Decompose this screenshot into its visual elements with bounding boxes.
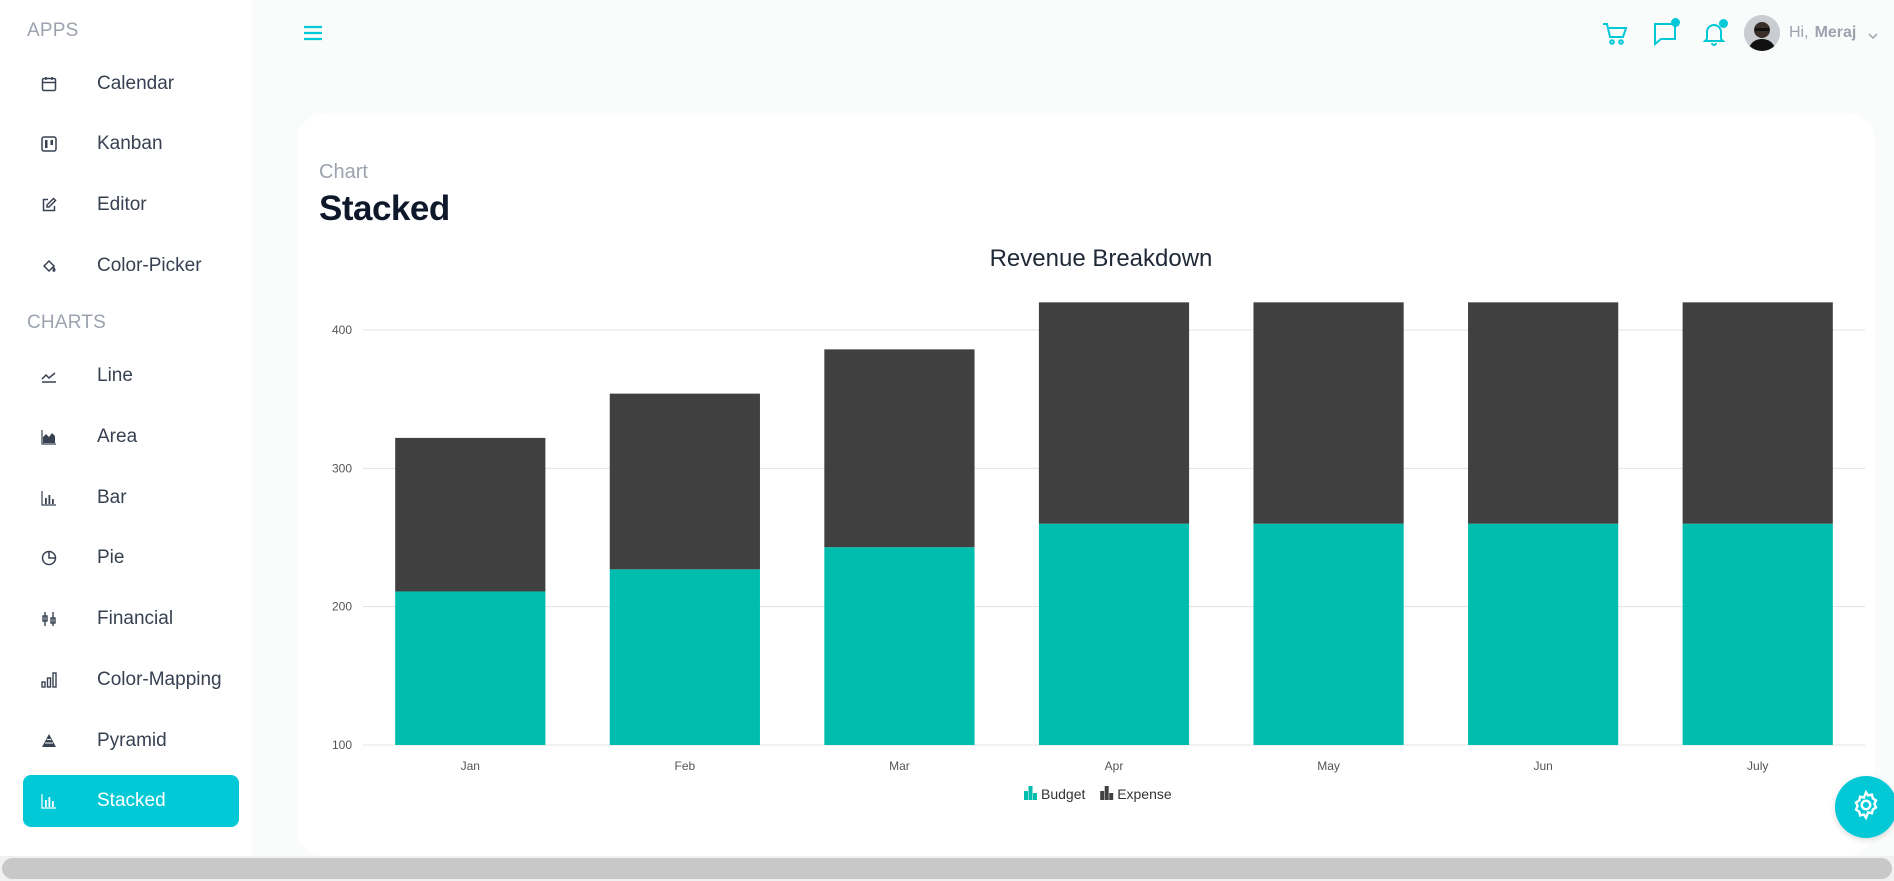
gear-icon — [1850, 789, 1882, 826]
sidebar-item-label: Editor — [97, 194, 147, 215]
bar-expense — [1038, 302, 1190, 524]
sidebar-item-label: Line — [97, 365, 133, 386]
stacked-chart-icon — [40, 792, 58, 810]
scrollbar-thumb[interactable] — [2, 858, 1892, 879]
sidebar-item-financial[interactable]: Financial — [23, 593, 239, 645]
area-chart-icon — [40, 428, 58, 446]
y-tick-label: 400 — [332, 323, 352, 337]
legend-marker — [1100, 791, 1105, 800]
y-tick-label: 100 — [332, 738, 352, 752]
sidebar-item-pyramid[interactable]: Pyramid — [23, 715, 239, 767]
legend-item-expense[interactable]: Expense — [1100, 786, 1172, 802]
sidebar-item-label: Area — [97, 426, 138, 447]
sidebar-item-color-picker[interactable]: Color-Picker — [23, 240, 239, 292]
bar-budget — [824, 547, 975, 745]
sidebar-item-label: Color-Mapping — [97, 669, 222, 690]
sidebar-item-label: Bar — [97, 487, 127, 508]
sidebar-item-label: Stacked — [97, 790, 166, 811]
x-tick-label: May — [1317, 759, 1340, 773]
chat-icon[interactable] — [1651, 18, 1680, 48]
bar-budget — [609, 569, 760, 745]
sidebar-item-calendar[interactable]: Calendar — [23, 58, 239, 110]
bar-expense — [609, 393, 760, 570]
edit-icon — [40, 196, 58, 214]
sidebar-section-apps: APPS — [27, 20, 79, 41]
bar-budget — [1682, 523, 1833, 745]
x-tick-label: Apr — [1105, 759, 1124, 773]
legend-label: Budget — [1041, 786, 1085, 802]
chart-title: Revenue Breakdown — [990, 245, 1213, 272]
chart-card: Chart Stacked Revenue Breakdown 100 200 300… — [297, 113, 1875, 856]
calendar-icon — [40, 75, 58, 93]
legend-item-budget[interactable]: Budget — [1024, 786, 1085, 802]
stacked-chart: Revenue Breakdown 100 200 300 400 Jan Feb Mar Ap… — [332, 245, 1865, 802]
sidebar-item-label: Color-Picker — [97, 255, 202, 276]
x-tick-label: Mar — [889, 759, 910, 773]
x-tick-label: Jan — [461, 759, 480, 773]
sidebar-item-bar[interactable]: Bar — [23, 472, 239, 524]
menu-icon[interactable] — [302, 23, 324, 43]
pyramid-icon — [40, 732, 58, 750]
bell-icon[interactable] — [1700, 19, 1728, 48]
sidebar-item-pie[interactable]: Pie — [23, 532, 239, 584]
x-tick-label: Jun — [1533, 759, 1552, 773]
chevron-down-icon[interactable] — [1868, 28, 1878, 40]
legend-marker — [1024, 791, 1028, 800]
x-tick-label: July — [1747, 759, 1768, 773]
bar-budget — [1468, 523, 1619, 745]
bar-expense — [1682, 302, 1833, 524]
bell-notification-dot — [1719, 19, 1728, 28]
legend-label: Expense — [1117, 786, 1172, 802]
pie-chart-icon — [40, 549, 58, 567]
y-tick-label: 300 — [332, 461, 352, 475]
avatar — [1744, 15, 1780, 51]
legend-marker — [1028, 786, 1033, 800]
legend-marker — [1104, 786, 1109, 800]
y-tick-label: 200 — [332, 600, 352, 614]
bar-chart-icon — [40, 489, 58, 507]
sidebar-item-label: Pie — [97, 547, 125, 568]
horizontal-scrollbar[interactable] — [0, 856, 1894, 881]
paint-bucket-icon — [40, 257, 58, 275]
bar-budget — [1253, 523, 1404, 745]
x-tick-label: Feb — [675, 759, 696, 773]
bar-expense — [824, 349, 975, 548]
sidebar-item-color-mapping[interactable]: Color-Mapping — [23, 654, 239, 706]
sidebar-item-label: Kanban — [97, 133, 163, 154]
sidebar-item-area[interactable]: Area — [23, 411, 239, 463]
user-profile[interactable]: Hi, Meraj — [1744, 14, 1878, 52]
bar-budget — [1038, 523, 1190, 745]
bar-expense — [1253, 302, 1404, 524]
sidebar-item-line[interactable]: Line — [23, 350, 239, 402]
sidebar-item-label: Financial — [97, 608, 174, 629]
line-chart-icon — [40, 367, 58, 385]
sidebar-item-label: Pyramid — [97, 730, 167, 751]
sidebar-item-stacked[interactable]: Stacked — [23, 775, 239, 827]
bar-expense — [1468, 302, 1619, 524]
bar-budget — [395, 591, 546, 745]
sidebar-item-editor[interactable]: Editor — [23, 179, 239, 231]
financial-icon — [40, 610, 58, 628]
legend-marker — [1109, 793, 1114, 800]
settings-button[interactable] — [1835, 776, 1894, 838]
sidebar: APPS Calendar Kanban Editor Color-Picker… — [0, 0, 252, 856]
color-mapping-icon — [40, 671, 58, 689]
chat-notification-dot — [1671, 18, 1680, 27]
kanban-icon — [40, 135, 58, 153]
sidebar-item-label: Calendar — [97, 73, 175, 94]
bar-expense — [395, 437, 546, 592]
cart-icon[interactable] — [1601, 20, 1629, 48]
greeting: Hi, — [1789, 24, 1809, 41]
sidebar-section-charts: CHARTS — [27, 312, 106, 333]
user-name: Meraj — [1814, 24, 1857, 41]
sidebar-item-kanban[interactable]: Kanban — [23, 118, 239, 170]
legend-marker — [1033, 793, 1037, 800]
